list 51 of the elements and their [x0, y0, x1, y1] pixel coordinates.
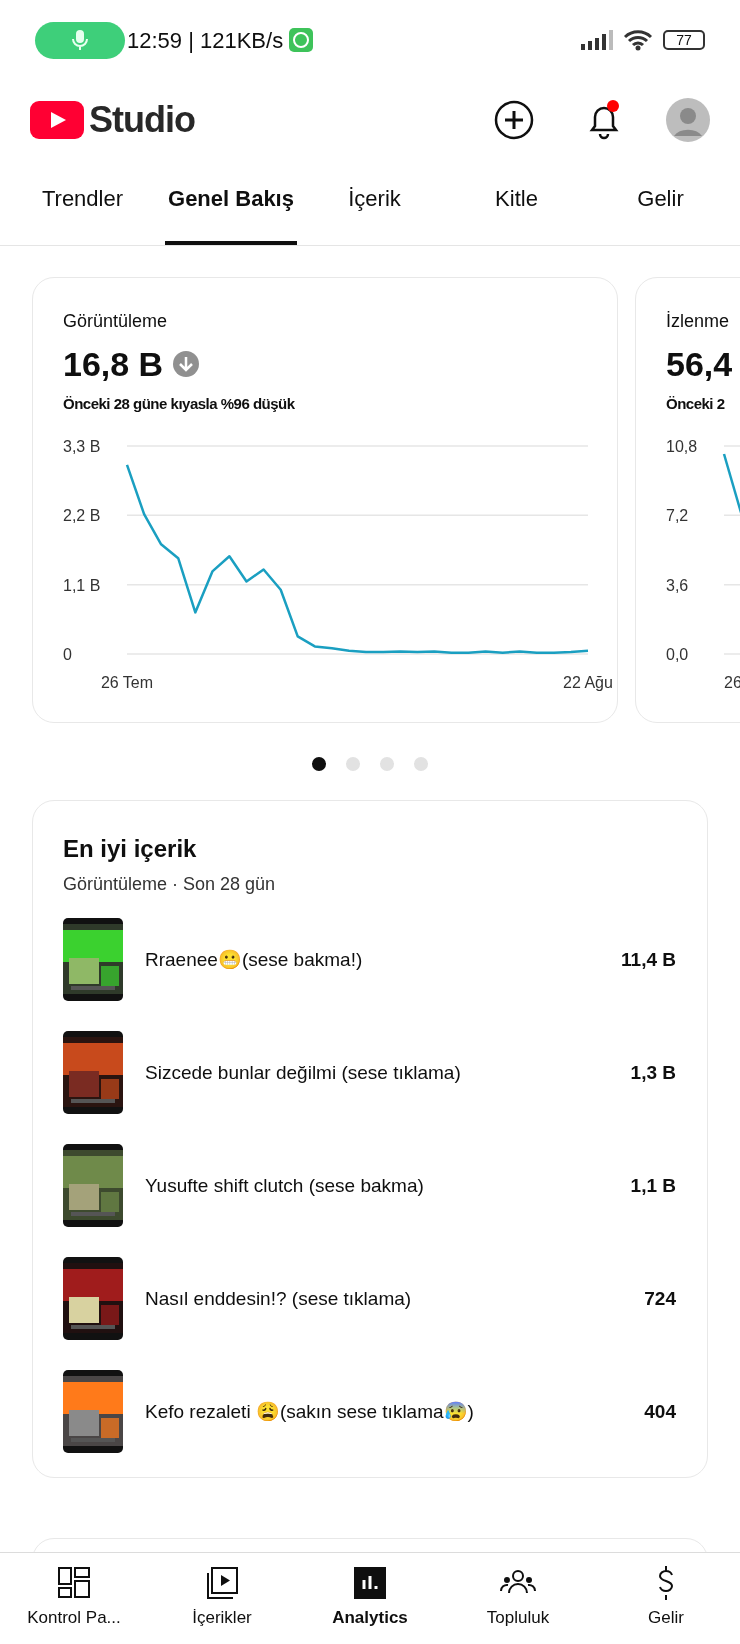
play-logo-icon: [30, 101, 84, 139]
comparison-text: Önceki 28 güne kıyasla %96 düşük: [63, 394, 296, 414]
view-count: 1,3 B: [630, 1061, 677, 1085]
tab[interactable]: Kitle: [452, 160, 581, 245]
battery-indicator: 77: [663, 30, 705, 50]
video-title[interactable]: Rraenee😬(sese bakma!): [145, 918, 622, 1001]
y-axis-label: 2,2 B: [63, 507, 101, 525]
tab[interactable]: Genel Bakış: [165, 160, 297, 245]
metric-value: 56,4: [666, 344, 733, 384]
y-axis-label: 3,3 B: [63, 438, 101, 455]
y-axis-label: 10,8: [666, 438, 698, 455]
nav-tab[interactable]: Analytics: [296, 1553, 444, 1644]
dashboard-icon: [56, 1565, 92, 1601]
nav-tab[interactable]: Kontrol Pa...: [0, 1553, 148, 1644]
create-icon[interactable]: [494, 100, 534, 140]
view-count: 1,1 B: [630, 1174, 677, 1198]
view-count: 724: [644, 1287, 677, 1311]
nav-tab[interactable]: Gelir: [592, 1553, 740, 1644]
x-axis-label: 22 Ağu: [563, 674, 613, 691]
nav-tab[interactable]: Topluluk: [444, 1553, 592, 1644]
metric-title: Görüntüleme: [63, 310, 169, 332]
video-title[interactable]: Kefo rezaleti 😩(sakın sese tıklama😰): [145, 1370, 645, 1453]
tab[interactable]: İçerik: [297, 160, 452, 245]
y-axis-label: 1,1 B: [63, 576, 101, 594]
y-axis-label: 3,6: [666, 576, 689, 594]
video-title[interactable]: Sizcede bunlar değilmi (sese tıklama): [145, 1031, 631, 1114]
tab[interactable]: Gelir: [581, 160, 740, 245]
app-logo-text: Studio: [89, 98, 195, 142]
view-count: 404: [644, 1400, 677, 1424]
status-time: 12:59 | 121KB/s: [127, 26, 284, 55]
y-axis-label: 0: [63, 646, 72, 663]
metric-card[interactable]: Görüntüleme 16,8 B Önceki 28 güne kıyasla %96 düşük 3,3 B 2,2 B 1,1 B 0 26 Tem 22 Ağu: [32, 277, 618, 723]
section-subtitle: Görüntüleme · Son 28 gün: [63, 873, 277, 895]
bar-chart-icon: [352, 1565, 388, 1601]
y-axis-label: 7,2: [666, 507, 689, 525]
avatar[interactable]: [666, 98, 710, 142]
y-axis-label: 0,0: [666, 646, 689, 663]
nav-tab[interactable]: İçerikler: [148, 1553, 296, 1644]
tab[interactable]: Trendler: [0, 160, 165, 245]
metric-value: 16,8 B: [63, 344, 164, 384]
video-title[interactable]: Yusufte shift clutch (sese bakma): [145, 1144, 631, 1227]
wifi-icon: [623, 29, 653, 51]
signal-icon: [581, 30, 615, 50]
video-title[interactable]: Nasıl enddesin!? (sese tıklama): [145, 1257, 645, 1340]
x-axis-label: 26 Tem: [100, 674, 154, 691]
section-title: En iyi içerik: [63, 835, 198, 863]
chat-app-icon: [289, 28, 314, 52]
comparison-text: Önceki 2: [666, 394, 726, 414]
metric-title: İzlenme: [666, 310, 731, 332]
play-stack-icon: [204, 1565, 240, 1601]
view-count: 11,4 B: [621, 948, 677, 972]
